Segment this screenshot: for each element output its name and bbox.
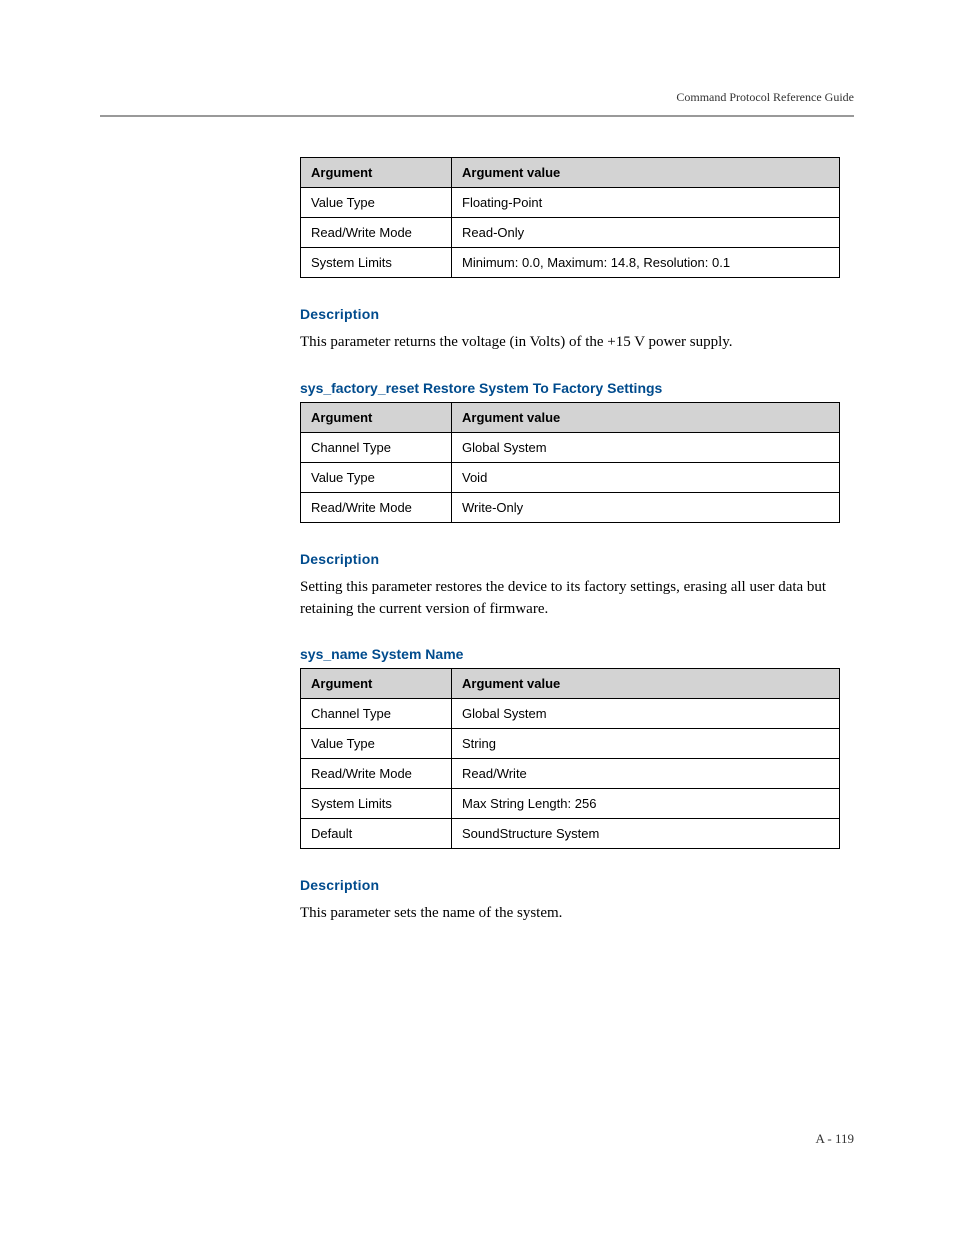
description-text: This parameter returns the voltage (in V… — [300, 332, 840, 354]
table-cell-label: Read/Write Mode — [301, 218, 452, 248]
table-cell-label: Read/Write Mode — [301, 759, 452, 789]
table-header-cell: Argument — [301, 669, 452, 699]
header-rule — [100, 115, 854, 117]
param-table-3: Argument Argument value Channel Type Glo… — [300, 668, 840, 849]
table-row: Read/Write Mode Write-Only — [301, 492, 840, 522]
table-header-cell: Argument value — [452, 669, 840, 699]
section-heading-factory-reset: sys_factory_reset Restore System To Fact… — [300, 380, 840, 396]
table-row: Default SoundStructure System — [301, 819, 840, 849]
table-cell-value: Global System — [452, 432, 840, 462]
description-text: This parameter sets the name of the syst… — [300, 903, 840, 925]
table-cell-label: Channel Type — [301, 432, 452, 462]
table-cell-value: Write-Only — [452, 492, 840, 522]
page: Command Protocol Reference Guide Argumen… — [0, 0, 954, 1235]
table-cell-value: String — [452, 729, 840, 759]
table-cell-label: Channel Type — [301, 699, 452, 729]
table-cell-label: System Limits — [301, 789, 452, 819]
description-heading: Description — [300, 306, 840, 322]
table-cell-value: Floating-Point — [452, 188, 840, 218]
table-row: Value Type String — [301, 729, 840, 759]
page-header: Command Protocol Reference Guide — [100, 90, 854, 115]
table-row: Read/Write Mode Read/Write — [301, 759, 840, 789]
table-header-row: Argument Argument value — [301, 669, 840, 699]
param-table-1: Argument Argument value Value Type Float… — [300, 157, 840, 278]
table-cell-label: System Limits — [301, 248, 452, 278]
table-cell-value: Minimum: 0.0, Maximum: 14.8, Resolution:… — [452, 248, 840, 278]
table-cell-label: Value Type — [301, 188, 452, 218]
page-number: A - 119 — [815, 1131, 854, 1147]
table-row: Channel Type Global System — [301, 432, 840, 462]
table-row: Value Type Floating-Point — [301, 188, 840, 218]
table-cell-label: Default — [301, 819, 452, 849]
table-row: Channel Type Global System — [301, 699, 840, 729]
table-cell-label: Read/Write Mode — [301, 492, 452, 522]
table-cell-value: Global System — [452, 699, 840, 729]
table-header-cell: Argument — [301, 402, 452, 432]
table-row: System Limits Max String Length: 256 — [301, 789, 840, 819]
content-column: Argument Argument value Value Type Float… — [300, 157, 840, 925]
table-cell-label: Value Type — [301, 462, 452, 492]
param-table-2: Argument Argument value Channel Type Glo… — [300, 402, 840, 523]
table-cell-value: Void — [452, 462, 840, 492]
table-cell-label: Value Type — [301, 729, 452, 759]
table-header-row: Argument Argument value — [301, 158, 840, 188]
table-cell-value: Read/Write — [452, 759, 840, 789]
table-row: Read/Write Mode Read-Only — [301, 218, 840, 248]
table-header-cell: Argument value — [452, 402, 840, 432]
table-header-cell: Argument value — [452, 158, 840, 188]
table-cell-value: SoundStructure System — [452, 819, 840, 849]
section-heading-sys-name: sys_name System Name — [300, 646, 840, 662]
description-heading: Description — [300, 551, 840, 567]
table-header-cell: Argument — [301, 158, 452, 188]
description-heading: Description — [300, 877, 840, 893]
table-header-row: Argument Argument value — [301, 402, 840, 432]
table-row: System Limits Minimum: 0.0, Maximum: 14.… — [301, 248, 840, 278]
description-text: Setting this parameter restores the devi… — [300, 577, 840, 621]
table-cell-value: Read-Only — [452, 218, 840, 248]
table-row: Value Type Void — [301, 462, 840, 492]
header-title: Command Protocol Reference Guide — [676, 90, 854, 104]
table-cell-value: Max String Length: 256 — [452, 789, 840, 819]
